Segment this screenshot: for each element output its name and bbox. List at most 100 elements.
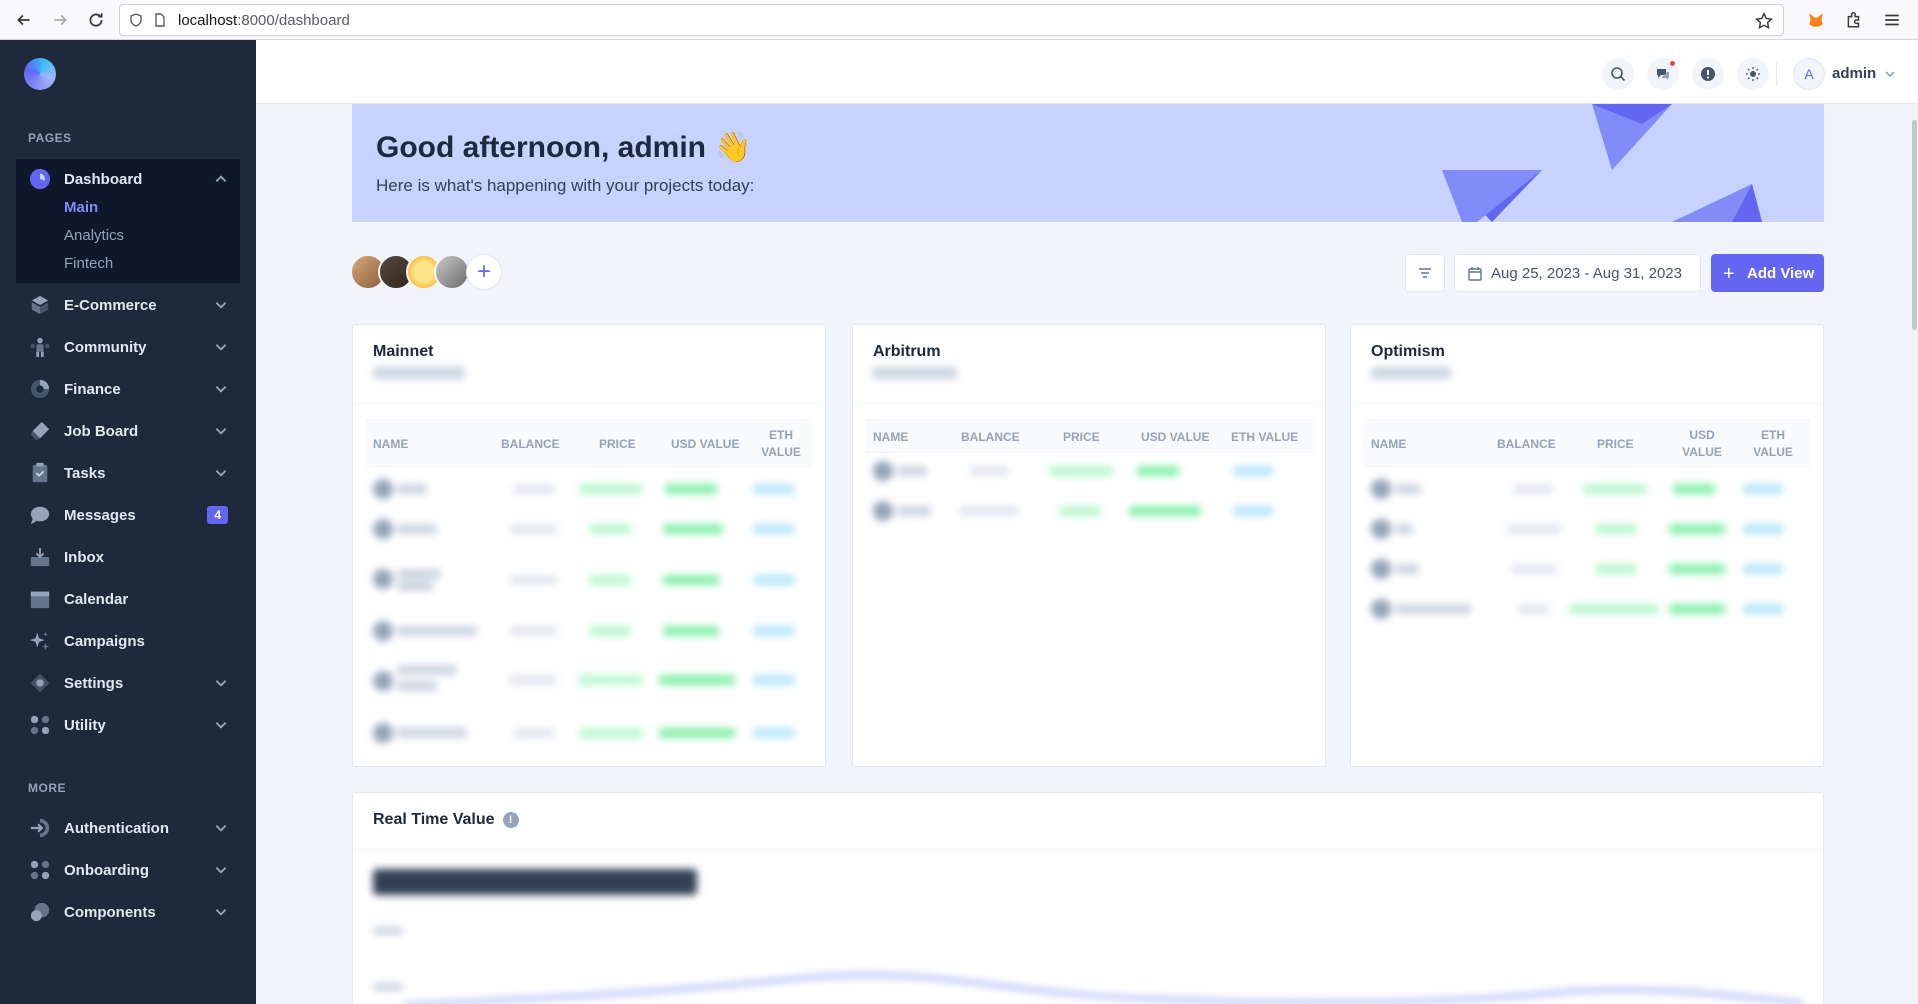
scrollbar-thumb[interactable] [1912, 120, 1917, 330]
table-row [373, 671, 393, 691]
sidebar-subitem-main[interactable]: Main [64, 199, 98, 216]
sidebar-item-label: Authentication [64, 819, 169, 837]
sidebar-item-community[interactable]: Community [16, 328, 240, 366]
user-name[interactable]: admin [1832, 65, 1876, 82]
back-icon[interactable] [8, 4, 40, 36]
extensions-icon[interactable] [1838, 4, 1870, 36]
avatar[interactable] [434, 254, 470, 290]
star-icon[interactable] [1755, 12, 1773, 30]
sidebar-item-components[interactable]: Components [16, 893, 240, 931]
messages-count-badge: 4 [207, 506, 228, 524]
page-icon [155, 13, 165, 27]
sidebar-item-job-board[interactable]: Job Board [16, 412, 240, 450]
nodes-icon [28, 858, 52, 882]
sidebar-item-label: Settings [64, 674, 124, 692]
chevron-down-icon [215, 470, 227, 477]
table-row [873, 501, 893, 521]
card-divider [353, 403, 825, 404]
search-icon[interactable] [1602, 58, 1634, 90]
chevron-up-icon [215, 175, 227, 182]
date-range-picker[interactable]: Aug 25, 2023 - Aug 31, 2023 [1454, 254, 1701, 292]
chart-line-blurred [402, 973, 1804, 1004]
alert-icon[interactable] [1692, 58, 1724, 90]
chevron-down-icon [215, 722, 227, 729]
sidebar-subitem-fintech[interactable]: Fintech [64, 255, 113, 272]
sidebar-item-utility[interactable]: Utility [16, 706, 240, 744]
chevron-down-icon [215, 867, 227, 874]
table-row [373, 723, 393, 743]
col-price: PRICE [599, 437, 636, 451]
sidebar-item-onboarding[interactable]: Onboarding [16, 851, 240, 889]
sidebar-item-dashboard[interactable]: Dashboard [16, 160, 240, 198]
table-row [1371, 519, 1391, 539]
banner-subtitle: Here is what's happening with your proje… [376, 176, 755, 195]
sidebar-item-authentication[interactable]: Authentication [16, 809, 240, 847]
logo[interactable] [24, 58, 56, 90]
add-member-button[interactable]: + [466, 254, 502, 290]
sidebar-item-label: Calendar [64, 590, 129, 608]
sidebar-item-label: Messages [64, 506, 136, 524]
card-subtitle-blurred [1371, 367, 1451, 379]
real-time-value-card: Real Time Value ! [352, 792, 1824, 1004]
card-title: Mainnet [373, 343, 434, 360]
sidebar-item-tasks[interactable]: Tasks [16, 454, 240, 492]
col-balance: BALANCE [501, 437, 560, 451]
dashboard-icon [28, 167, 52, 191]
chat-icon [28, 503, 52, 527]
sidebar-item-label: Inbox [64, 548, 104, 566]
theme-toggle-icon[interactable] [1737, 58, 1769, 90]
chevron-down-icon [215, 428, 227, 435]
sidebar-item-ecommerce[interactable]: E-Commerce [16, 286, 240, 324]
col-usd-value: USD VALUE [671, 437, 740, 451]
sidebar-item-label: E-Commerce [64, 296, 157, 314]
sidebar-subitem-analytics[interactable]: Analytics [64, 227, 124, 244]
chevron-down-icon [215, 680, 227, 687]
login-icon [28, 816, 52, 840]
banner-title: Good afternoon, admin 👋 [376, 131, 752, 164]
chevron-down-icon [215, 909, 227, 916]
chevron-down-icon [215, 344, 227, 351]
col-eth-value: ETH VALUE [1231, 430, 1299, 444]
plus-icon: + [1723, 263, 1735, 285]
sidebar-item-finance[interactable]: Finance [16, 370, 240, 408]
shield-icon [130, 13, 142, 27]
col-price: PRICE [1597, 437, 1634, 451]
col-price: PRICE [1063, 430, 1100, 444]
reload-icon[interactable] [80, 4, 112, 36]
sidebar-item-label: Dashboard [64, 170, 143, 188]
col-usd-value: USD VALUE [1682, 428, 1722, 459]
sidebar-item-label: Community [64, 338, 147, 356]
sidebar-item-campaigns[interactable]: Campaigns [16, 622, 240, 660]
sidebar-item-label: Tasks [64, 464, 106, 482]
table-row [1371, 599, 1391, 619]
browser-toolbar: localhost:8000/dashboard [0, 0, 1918, 40]
metamask-icon[interactable] [1800, 4, 1832, 36]
sidebar-item-settings[interactable]: Settings [16, 664, 240, 702]
chevron-down-icon [215, 386, 227, 393]
people-icon [28, 335, 52, 359]
menu-icon[interactable] [1876, 4, 1908, 36]
table-header: NAME BALANCE PRICE USD VALUE ETH VALUE [1363, 419, 1811, 467]
table-header: NAME BALANCE PRICE USD VALUE ETH VALUE [365, 419, 813, 467]
filter-button[interactable] [1405, 254, 1445, 292]
sidebar-item-label: Job Board [64, 422, 139, 440]
chevron-down-icon[interactable] [1884, 68, 1896, 80]
table-row [1371, 559, 1391, 579]
user-avatar[interactable]: A [1793, 58, 1825, 90]
sidebar-item-inbox[interactable]: Inbox [16, 538, 240, 576]
table-header: NAME BALANCE PRICE USD VALUE ETH VALUE [865, 419, 1313, 453]
chevron-down-icon [215, 825, 227, 832]
welcome-banner: Good afternoon, admin 👋 Here is what's h… [352, 104, 1824, 222]
section-title-more: MORE [28, 781, 66, 795]
sidebar-item-label: Components [64, 903, 156, 921]
sidebar-item-calendar[interactable]: Calendar [16, 580, 240, 618]
url-bar[interactable]: localhost:8000/dashboard [119, 4, 1784, 36]
sidebar-item-messages[interactable]: Messages 4 [16, 496, 240, 534]
col-eth-value: ETH VALUE [761, 428, 801, 459]
tag-icon [28, 419, 52, 443]
messages-icon[interactable] [1647, 58, 1679, 90]
col-balance: BALANCE [1497, 437, 1556, 451]
network-card-mainnet: Mainnet NAME BALANCE PRICE USD VALUE ETH… [352, 324, 826, 767]
add-view-button[interactable]: + Add View [1711, 254, 1824, 292]
forward-icon[interactable] [44, 4, 76, 36]
